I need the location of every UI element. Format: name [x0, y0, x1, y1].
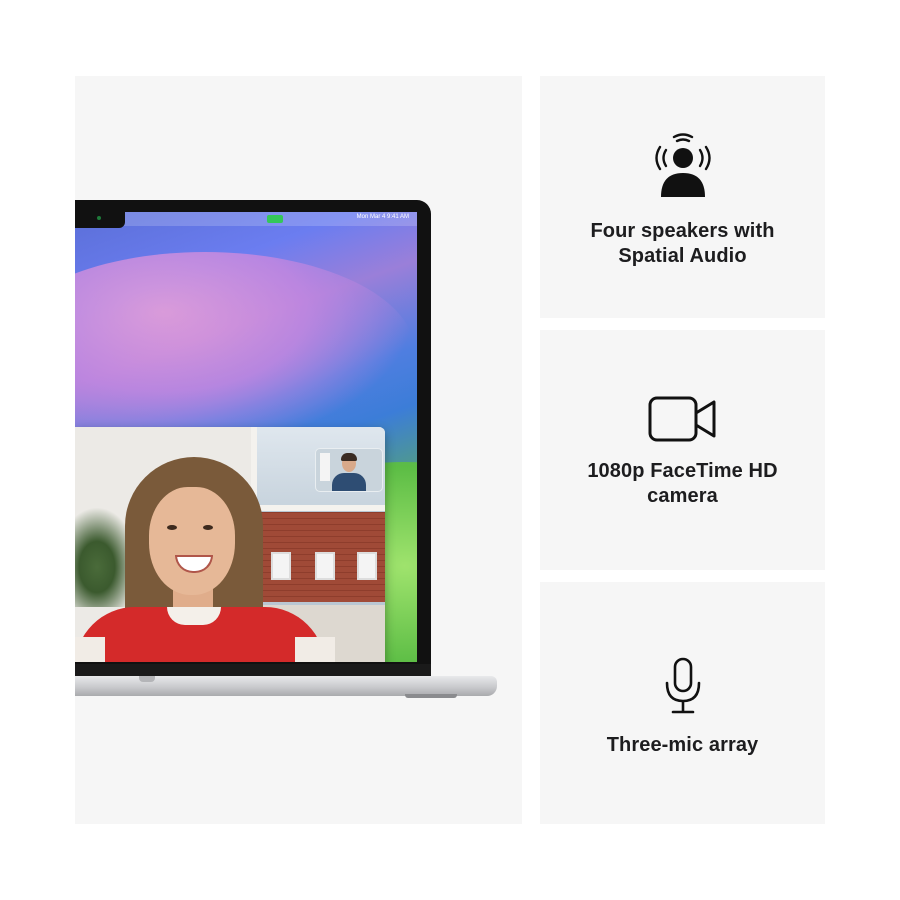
laptop-foot — [405, 694, 457, 698]
feature-card-microphones: Three-mic array — [540, 582, 825, 824]
caller-sleeve-right — [295, 637, 335, 662]
house-window — [271, 552, 291, 580]
feature-card-camera: 1080p FaceTime HD camera — [540, 330, 825, 570]
video-camera-icon — [648, 396, 715, 442]
house-window — [357, 552, 377, 580]
feature-label-line: camera — [647, 485, 718, 507]
microphone-icon — [665, 657, 700, 714]
wallpaper-wave-purple — [75, 252, 415, 452]
camera-in-use-indicator — [267, 215, 283, 223]
feature-label-line: Four speakers with — [590, 220, 775, 242]
caller-sleeve-left — [75, 637, 105, 662]
camera-lens — [97, 216, 101, 220]
feature-label-line: Spatial Audio — [618, 245, 747, 267]
house-window — [315, 552, 335, 580]
facetime-self-view — [315, 448, 383, 492]
self-view-body — [332, 473, 366, 491]
caller-face — [149, 487, 235, 595]
laptop-base-notch — [139, 676, 155, 682]
feature-label-line: Three-mic array — [606, 734, 759, 756]
feature-label-camera: 1080p FaceTime HD camera — [587, 459, 777, 509]
menu-bar-clock: Mon Mar 4 9:41 AM — [356, 214, 409, 220]
macbook-illustration: Mon Mar 4 9:41 AM — [75, 76, 522, 824]
window-brick-house — [257, 512, 385, 602]
camera-notch — [75, 212, 125, 228]
spatial-audio-icon — [654, 133, 711, 197]
feature-card-speakers: Four speakers with Spatial Audio — [540, 76, 825, 318]
laptop-panel: Mon Mar 4 9:41 AM — [75, 76, 522, 824]
plant — [75, 507, 125, 607]
feature-label-line: 1080p FaceTime HD — [587, 460, 778, 482]
feature-label-microphones: Three-mic array — [607, 733, 759, 758]
self-view-hair — [341, 453, 357, 461]
self-view-window-frame — [320, 453, 330, 481]
window-mullion — [257, 505, 385, 511]
laptop-bezel-bottom — [75, 664, 431, 676]
feature-label-speakers: Four speakers with Spatial Audio — [590, 219, 774, 269]
menu-bar: Mon Mar 4 9:41 AM — [75, 212, 417, 226]
laptop-screen: Mon Mar 4 9:41 AM — [75, 212, 417, 662]
caller-eye-right — [203, 525, 213, 530]
caller-eye-left — [167, 525, 177, 530]
